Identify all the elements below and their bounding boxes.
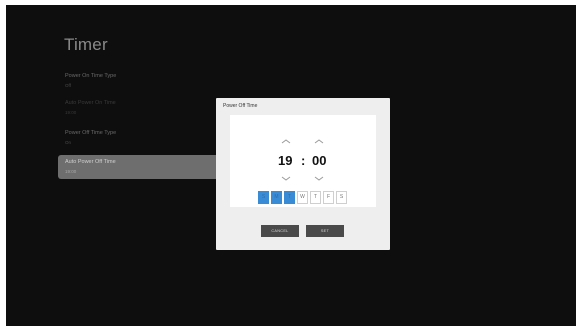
day-toggle-tuesday[interactable]: T (284, 191, 295, 204)
power-off-time-dialog: Power Off Time 19 : 00 S M T W T F S CAN… (216, 98, 390, 250)
menu-item-label: Power Off Time Type (65, 130, 117, 136)
menu-item-label: Auto Power On Time (65, 100, 116, 106)
minute-up-arrow-icon[interactable] (313, 137, 325, 145)
hour-value[interactable]: 19 (278, 153, 292, 168)
set-button[interactable]: SET (306, 225, 344, 237)
menu-item-value: Off (65, 83, 71, 88)
menu-item-label: Auto Power Off Time (65, 159, 116, 165)
minute-value[interactable]: 00 (312, 153, 326, 168)
menu-item-power-on-time-type[interactable]: Power On Time Type Off (58, 69, 233, 93)
day-toggle-friday[interactable]: F (323, 191, 334, 204)
menu-item-label: Power On Time Type (65, 73, 117, 79)
menu-item-value: 19:00 (65, 169, 77, 174)
menu-item-value: On (65, 140, 72, 145)
tv-screen: Timer Power On Time Type Off Auto Power … (6, 5, 576, 326)
menu-item-auto-power-on-time: Auto Power On Time 19:00 (58, 96, 233, 120)
menu-item-value: 19:00 (65, 110, 77, 115)
day-toggle-sunday[interactable]: S (258, 191, 269, 204)
menu-item-power-off-time-type[interactable]: Power Off Time Type On (58, 126, 233, 150)
time-picker-panel: 19 : 00 S M T W T F S (230, 115, 376, 207)
cancel-button[interactable]: CANCEL (261, 225, 299, 237)
hour-up-arrow-icon[interactable] (280, 137, 292, 145)
dialog-title: Power Off Time (223, 103, 258, 109)
minute-down-arrow-icon[interactable] (313, 175, 325, 183)
hour-down-arrow-icon[interactable] (280, 175, 292, 183)
day-toggle-saturday[interactable]: S (336, 191, 347, 204)
day-toggle-wednesday[interactable]: W (297, 191, 308, 204)
time-separator: : (301, 153, 306, 168)
page-title: Timer (64, 35, 108, 54)
day-toggle-thursday[interactable]: T (310, 191, 321, 204)
menu-item-auto-power-off-time[interactable]: Auto Power Off Time 19:00 (58, 155, 233, 179)
day-toggle-monday[interactable]: M (271, 191, 282, 204)
